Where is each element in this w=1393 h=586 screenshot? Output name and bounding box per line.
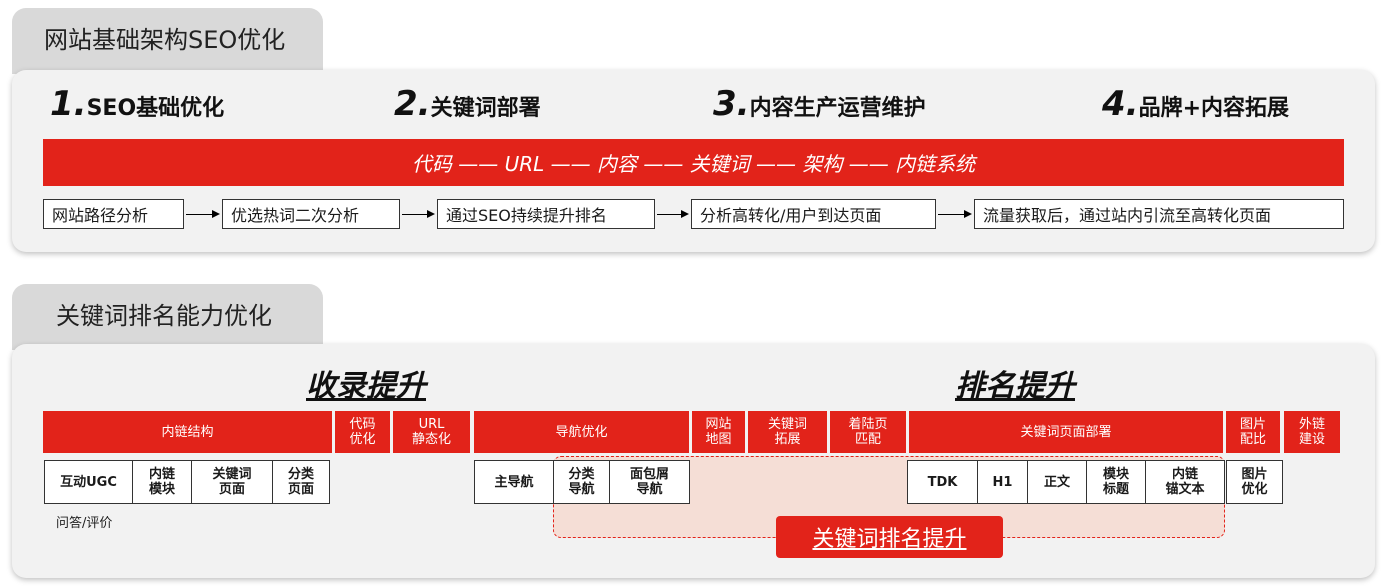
step-2-label: 关键词部署 [430,96,541,121]
indexing-title: 收录提升 [306,369,426,404]
step-3-label: 内容生产运营维护 [749,96,926,121]
process-red-bar-text: 代码 —— URL —— 内容 —— 关键词 —— 架构 —— 内链系统 [411,152,976,176]
flow-step-2-label: 优选热词二次分析 [231,206,360,225]
header-code: 代码 优化 [335,411,390,453]
header-keyword-expand: 关键词 拓展 [748,411,827,453]
flow-step-2: 优选热词二次分析 [222,199,400,229]
section1-title: 网站基础架构SEO优化 [44,26,286,54]
flow-step-1: 网站路径分析 [43,199,184,229]
item-tdk: TDK [907,460,978,504]
flow-step-1-label: 网站路径分析 [52,206,149,225]
step-4-label: 品牌+内容拓展 [1138,96,1290,121]
ranking-title: 排名提升 [955,369,1075,404]
step-3-number: 3. [713,84,750,124]
flow-arrow-4 [938,210,972,218]
item-body-text: 正文 [1027,460,1087,504]
process-red-bar: 代码 —— URL —— 内容 —— 关键词 —— 架构 —— 内链系统 [43,139,1344,186]
header-image-ratio: 图片 配比 [1226,411,1280,453]
section2-tab: 关键词排名能力优化 [12,284,323,350]
header-url: URL 静态化 [393,411,470,453]
header-landing: 着陆页 匹配 [830,411,906,453]
header-external-links: 外链 建设 [1284,411,1340,453]
keyword-ranking-boost-text: 关键词排名提升 [812,527,967,552]
qa-review-note: 问答/评价 [56,516,113,531]
item-category-nav: 分类 导航 [553,460,610,504]
item-keyword-page: 关键词 页面 [191,460,273,504]
header-sitemap: 网站 地图 [692,411,745,453]
flow-step-4-label: 分析高转化/用户到达页面 [700,206,882,225]
step-1-label: SEO基础优化 [86,96,225,121]
header-inner-link: 内链结构 [43,411,332,453]
item-breadcrumb-nav: 面包屑 导航 [609,460,690,504]
section1-tab: 网站基础架构SEO优化 [12,8,323,74]
item-h1: H1 [977,460,1028,504]
step-4: 4.品牌+内容拓展 [1102,84,1289,124]
step-2: 2.关键词部署 [394,84,541,124]
header-keyword-page: 关键词页面部署 [909,411,1223,453]
header-nav: 导航优化 [474,411,689,453]
flow-step-5-label: 流量获取后，通过站内引流至高转化页面 [983,206,1272,225]
step-3: 3.内容生产运营维护 [713,84,926,124]
flow-step-3-label: 通过SEO持续提升排名 [446,206,607,225]
keyword-ranking-boost-label: 关键词排名提升 [776,516,1003,558]
item-image-opt: 图片 优化 [1226,460,1283,504]
step-4-number: 4. [1102,84,1139,124]
step-1-number: 1. [50,84,87,124]
step-1: 1.SEO基础优化 [50,84,224,124]
item-main-nav: 主导航 [474,460,554,504]
item-category-page: 分类 页面 [272,460,330,504]
item-link-module: 内链 模块 [132,460,192,504]
flow-step-3: 通过SEO持续提升排名 [437,199,655,229]
item-module-title: 模块 标题 [1086,460,1146,504]
flow-step-5: 流量获取后，通过站内引流至高转化页面 [974,199,1344,229]
step-2-number: 2. [394,84,431,124]
item-ugc: 互动UGC [44,460,133,504]
flow-step-4: 分析高转化/用户到达页面 [691,199,936,229]
flow-arrow-1 [186,210,220,218]
flow-arrow-2 [402,210,435,218]
flow-arrow-3 [657,210,689,218]
section2-title: 关键词排名能力优化 [56,302,272,330]
item-anchor-text: 内链 锚文本 [1145,460,1225,504]
